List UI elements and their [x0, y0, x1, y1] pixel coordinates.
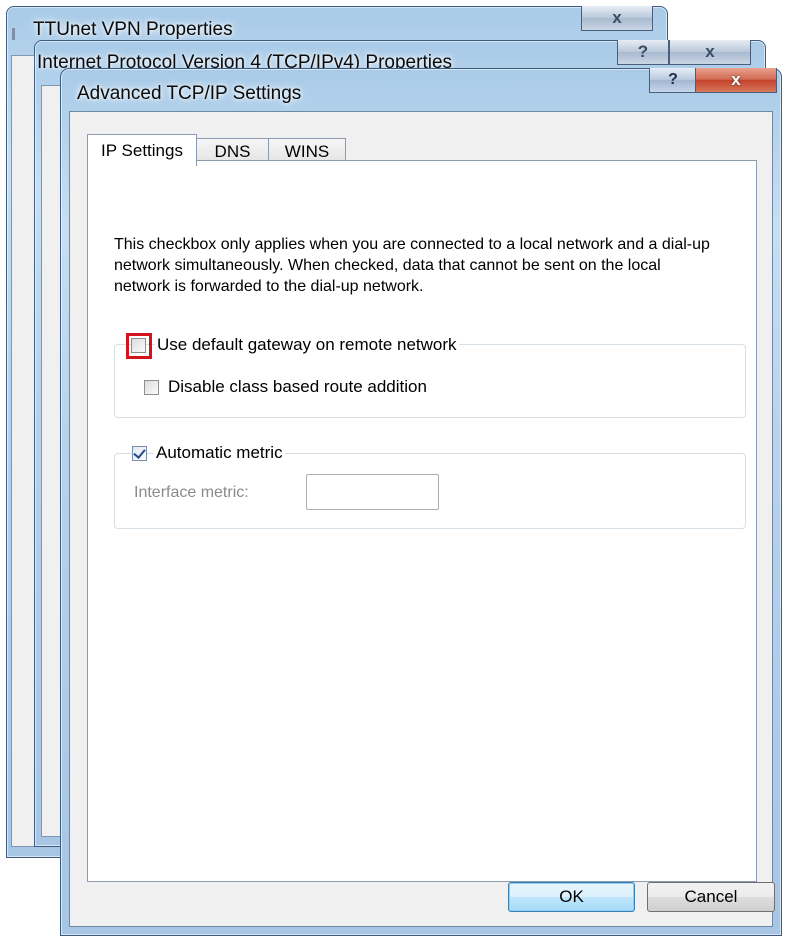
gateway-description: This checkbox only applies when you are …	[114, 236, 710, 295]
use-default-gateway-label[interactable]: Use default gateway on remote network	[155, 335, 459, 355]
cancel-button[interactable]: Cancel	[647, 882, 775, 912]
close-button[interactable]: x	[695, 68, 777, 93]
automatic-metric-label[interactable]: Automatic metric	[154, 443, 285, 463]
window-edge-mark	[12, 28, 15, 40]
dialog-title: Advanced TCP/IP Settings	[77, 83, 302, 104]
use-default-gateway-checkbox[interactable]	[131, 338, 146, 353]
ipv4-help-button[interactable]: ?	[617, 40, 669, 65]
disable-class-route-label[interactable]: Disable class based route addition	[166, 377, 429, 397]
automatic-metric-checkbox[interactable]	[132, 446, 147, 461]
help-button[interactable]: ?	[649, 68, 697, 93]
tab-ip-settings[interactable]: IP Settings	[87, 134, 197, 166]
interface-metric-label: Interface metric:	[132, 484, 251, 502]
interface-metric-input[interactable]	[306, 474, 439, 510]
ipv4-close-button[interactable]: x	[669, 40, 751, 65]
disable-class-route-checkbox[interactable]	[144, 380, 159, 395]
help-icon: ?	[668, 71, 678, 88]
vpn-close-button[interactable]: x	[581, 6, 653, 31]
vpn-properties-title: TTUnet VPN Properties	[33, 19, 233, 40]
advanced-tcpip-dialog: Advanced TCP/IP Settings ? x IP Settings…	[60, 68, 782, 936]
close-icon: x	[731, 70, 741, 89]
ok-button[interactable]: OK	[508, 882, 635, 912]
dialog-client-area: IP Settings DNS WINS This checkbox only …	[69, 111, 775, 927]
